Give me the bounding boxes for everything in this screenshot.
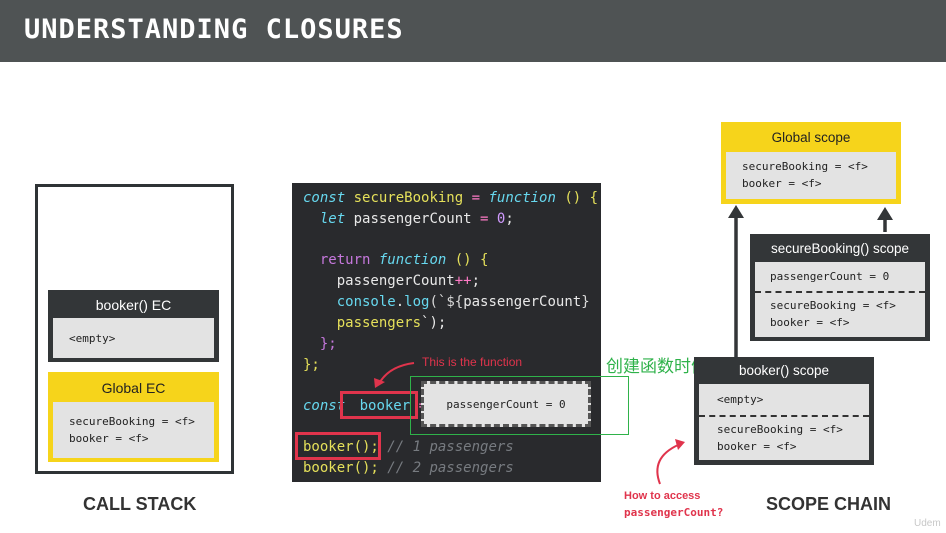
secure-booking-scope-line-1: secureBooking = <f> xyxy=(770,299,896,312)
secure-booking-scope-divider xyxy=(755,291,925,293)
red-arrowhead-access xyxy=(675,439,685,450)
booker-scope-body: <empty> secureBooking = <f> booker = <f> xyxy=(699,384,869,460)
booker-scope-line-2: booker = <f> xyxy=(717,440,797,453)
secure-booking-scope-title: secureBooking() scope xyxy=(770,241,910,256)
red-curved-arrow-access xyxy=(656,444,679,485)
global-scope-line-1: secureBooking = <f> xyxy=(742,160,868,173)
booker-scope-title: booker() scope xyxy=(738,363,830,378)
scope-arrow-left-head xyxy=(728,205,744,218)
red-arrowhead-function xyxy=(374,378,385,388)
secure-booking-scope-body: passengerCount = 0 secureBooking = <f> b… xyxy=(755,262,925,337)
booker-scope-line-1: secureBooking = <f> xyxy=(717,423,843,436)
scope-chain-caption: SCOPE CHAIN xyxy=(766,494,892,514)
red-curved-arrow-function xyxy=(379,362,415,383)
secure-booking-scope-line-2: booker = <f> xyxy=(770,316,850,329)
watermark: Udem xyxy=(914,518,941,529)
secure-booking-scope-var: passengerCount = 0 xyxy=(770,270,890,283)
global-scope-line-2: booker = <f> xyxy=(742,177,822,190)
booker-scope-empty: <empty> xyxy=(717,393,764,406)
booker-scope: booker() scope <empty> secureBooking = <… xyxy=(694,357,874,465)
global-scope: Global scope secureBooking = <f> booker … xyxy=(721,122,901,204)
secure-booking-scope: secureBooking() scope passengerCount = 0… xyxy=(750,234,930,341)
global-scope-title: Global scope xyxy=(771,130,851,145)
global-scope-body: secureBooking = <f> booker = <f> xyxy=(726,152,896,199)
booker-scope-divider xyxy=(699,415,869,417)
scope-arrow-right-head xyxy=(877,207,893,220)
